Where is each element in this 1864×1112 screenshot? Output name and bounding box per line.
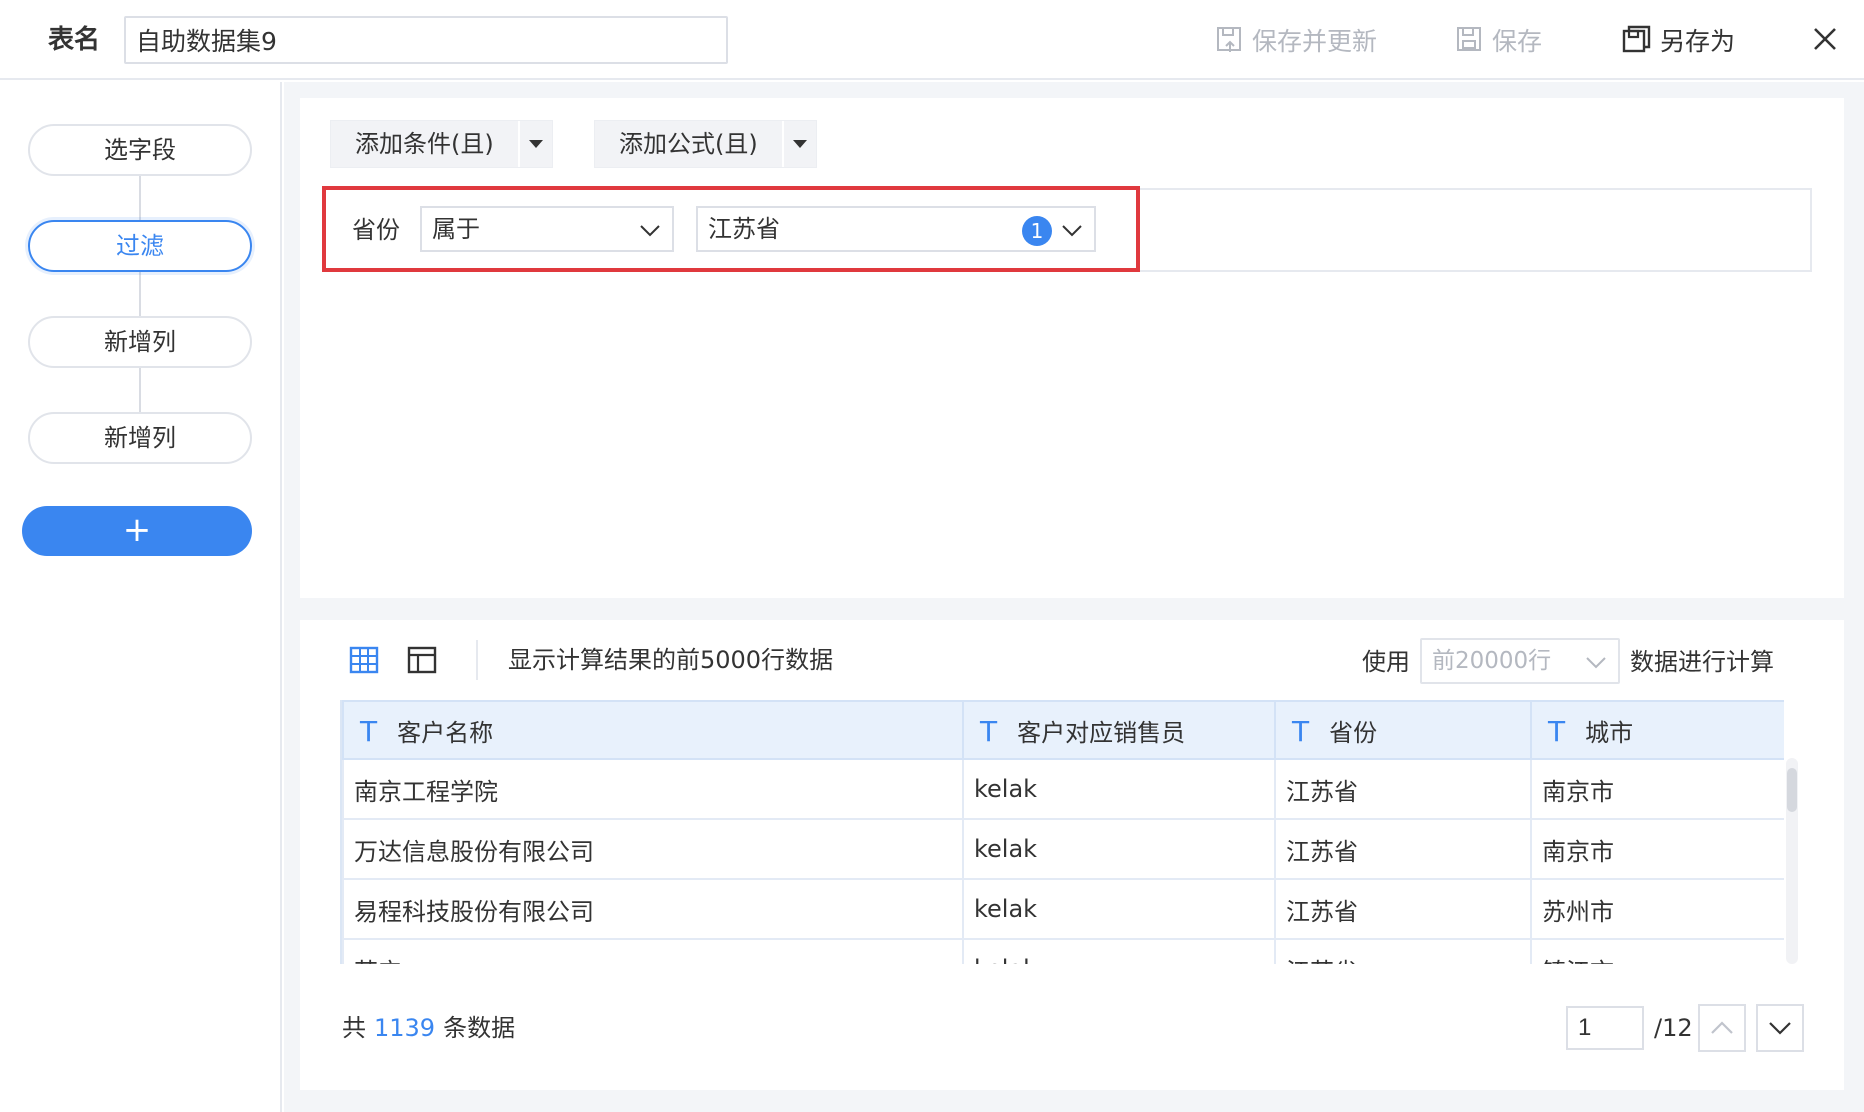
chevron-down-icon <box>1062 225 1082 237</box>
table-cell: kelak <box>962 878 1276 940</box>
table-row: 万达信息股份有限公司 kelak 江苏省 南京市 <box>342 818 1784 880</box>
table-cell: 镇江市 <box>1530 938 1784 964</box>
column-header-label: 客户对应销售员 <box>1017 718 1186 747</box>
page-number-input[interactable] <box>1566 1006 1644 1050</box>
add-step-button[interactable]: + <box>22 506 252 556</box>
column-header[interactable]: T 城市 <box>1530 700 1784 760</box>
value-select[interactable]: 江苏省 1 <box>696 206 1096 252</box>
add-condition-label: 添加条件(且) <box>331 121 520 167</box>
add-formula-button[interactable]: 添加公式(且) <box>594 120 817 168</box>
close-icon[interactable] <box>1810 24 1840 54</box>
table-row: 南京工程学院 kelak 江苏省 南京市 <box>342 758 1784 820</box>
data-table-container: T 客户名称 T 客户对应销售员 T 省份 T 城市 南京工程学院 kelak 江苏省 … <box>340 700 1784 964</box>
page-total: /12 <box>1654 1014 1693 1042</box>
step-connector-line <box>139 146 141 446</box>
save-button[interactable]: 保存 <box>1456 20 1542 60</box>
table-row: 易程科技股份有限公司 kelak 江苏省 苏州市 <box>342 878 1784 940</box>
table-cell: 易程科技股份有限公司 <box>342 878 964 940</box>
table-name-input[interactable] <box>124 16 728 64</box>
add-formula-label: 添加公式(且) <box>595 121 784 167</box>
table-cell: 南京市 <box>1530 818 1784 880</box>
add-formula-dropdown-icon[interactable] <box>784 121 816 167</box>
column-header[interactable]: T 客户名称 <box>342 700 964 760</box>
table-cell: 江苏省 <box>1274 818 1532 880</box>
table-cell: 万达信息股份有限公司 <box>342 818 964 880</box>
layout-view-icon[interactable] <box>406 644 438 676</box>
grid-view-icon[interactable] <box>348 644 380 676</box>
step-filter[interactable]: 过滤 <box>28 220 252 272</box>
operator-select[interactable]: 属于 <box>420 206 674 252</box>
row-limit-select[interactable]: 前20000行 <box>1420 638 1620 684</box>
add-condition-button[interactable]: 添加条件(且) <box>330 120 553 168</box>
next-page-button[interactable] <box>1756 1004 1804 1052</box>
selected-count-badge: 1 <box>1022 216 1052 246</box>
value-select-text: 江苏省 <box>708 215 780 243</box>
table-header-row: T 客户名称 T 客户对应销售员 T 省份 T 城市 <box>342 700 1784 760</box>
step-select-fields[interactable]: 选字段 <box>28 124 252 176</box>
text-type-icon: T <box>360 714 378 748</box>
save-as-label: 另存为 <box>1660 27 1736 56</box>
column-header[interactable]: T 客户对应销售员 <box>962 700 1276 760</box>
column-header-label: 省份 <box>1329 718 1378 747</box>
save-icon <box>1457 27 1481 51</box>
step-sidebar: 选字段 过滤 新增列 新增列 + <box>0 82 282 1112</box>
prev-page-button[interactable] <box>1698 1004 1746 1052</box>
table-name-label: 表名 <box>48 25 101 55</box>
table-cell: 江苏省 <box>1274 758 1532 820</box>
use-label: 使用 <box>1362 648 1410 676</box>
save-and-update-button[interactable]: 保存并更新 <box>1216 20 1377 60</box>
total-count-text: 共 1139 条数据 <box>342 1010 515 1046</box>
table-cell: 江苏省 <box>1274 938 1532 964</box>
table-cell: kelak <box>962 818 1276 880</box>
header-bar: 表名 保存并更新 保存 另存为 <box>0 0 1864 80</box>
save-and-update-label: 保存并更新 <box>1252 27 1378 56</box>
table-cell: kelak <box>962 938 1276 964</box>
save-as-icon <box>1622 25 1651 53</box>
chevron-down-icon <box>1586 657 1606 669</box>
text-type-icon: T <box>1548 714 1566 748</box>
column-header[interactable]: T 省份 <box>1274 700 1532 760</box>
text-type-icon: T <box>1292 714 1310 748</box>
total-prefix: 共 <box>342 1014 366 1042</box>
operator-value: 属于 <box>432 215 480 243</box>
step-add-column-2[interactable]: 新增列 <box>28 412 252 464</box>
table-row: 苏宁 kelak 江苏省 镇江市 <box>342 938 1784 964</box>
total-suffix: 条数据 <box>443 1014 516 1042</box>
save-as-button[interactable]: 另存为 <box>1622 20 1735 60</box>
table-cell: kelak <box>962 758 1276 820</box>
column-header-label: 城市 <box>1585 718 1634 747</box>
add-condition-dropdown-icon[interactable] <box>520 121 552 167</box>
filter-panel <box>300 98 1844 598</box>
table-cell: 南京市 <box>1530 758 1784 820</box>
table-scrollbar[interactable] <box>1786 758 1798 964</box>
chevron-up-icon <box>1711 1021 1733 1034</box>
table-cell: 江苏省 <box>1274 878 1532 940</box>
step-add-column-1[interactable]: 新增列 <box>28 316 252 368</box>
data-table: T 客户名称 T 客户对应销售员 T 省份 T 城市 南京工程学院 kelak 江苏省 … <box>342 700 1784 964</box>
total-count: 1139 <box>374 1014 436 1042</box>
scrollbar-thumb[interactable] <box>1787 768 1797 812</box>
chevron-down-icon <box>1769 1022 1791 1035</box>
chevron-down-icon <box>640 225 660 237</box>
preview-note: 显示计算结果的前5000行数据 <box>508 646 834 674</box>
save-label: 保存 <box>1492 27 1543 56</box>
calc-label: 数据进行计算 <box>1630 648 1774 676</box>
table-cell: 苏宁 <box>342 938 964 964</box>
condition-field-label: 省份 <box>352 216 400 244</box>
toolbar-divider <box>476 640 478 680</box>
row-limit-value: 前20000行 <box>1432 648 1552 674</box>
table-cell: 南京工程学院 <box>342 758 964 820</box>
text-type-icon: T <box>980 714 998 748</box>
column-header-label: 客户名称 <box>397 718 494 747</box>
table-cell: 苏州市 <box>1530 878 1784 940</box>
save-update-icon <box>1217 27 1241 52</box>
